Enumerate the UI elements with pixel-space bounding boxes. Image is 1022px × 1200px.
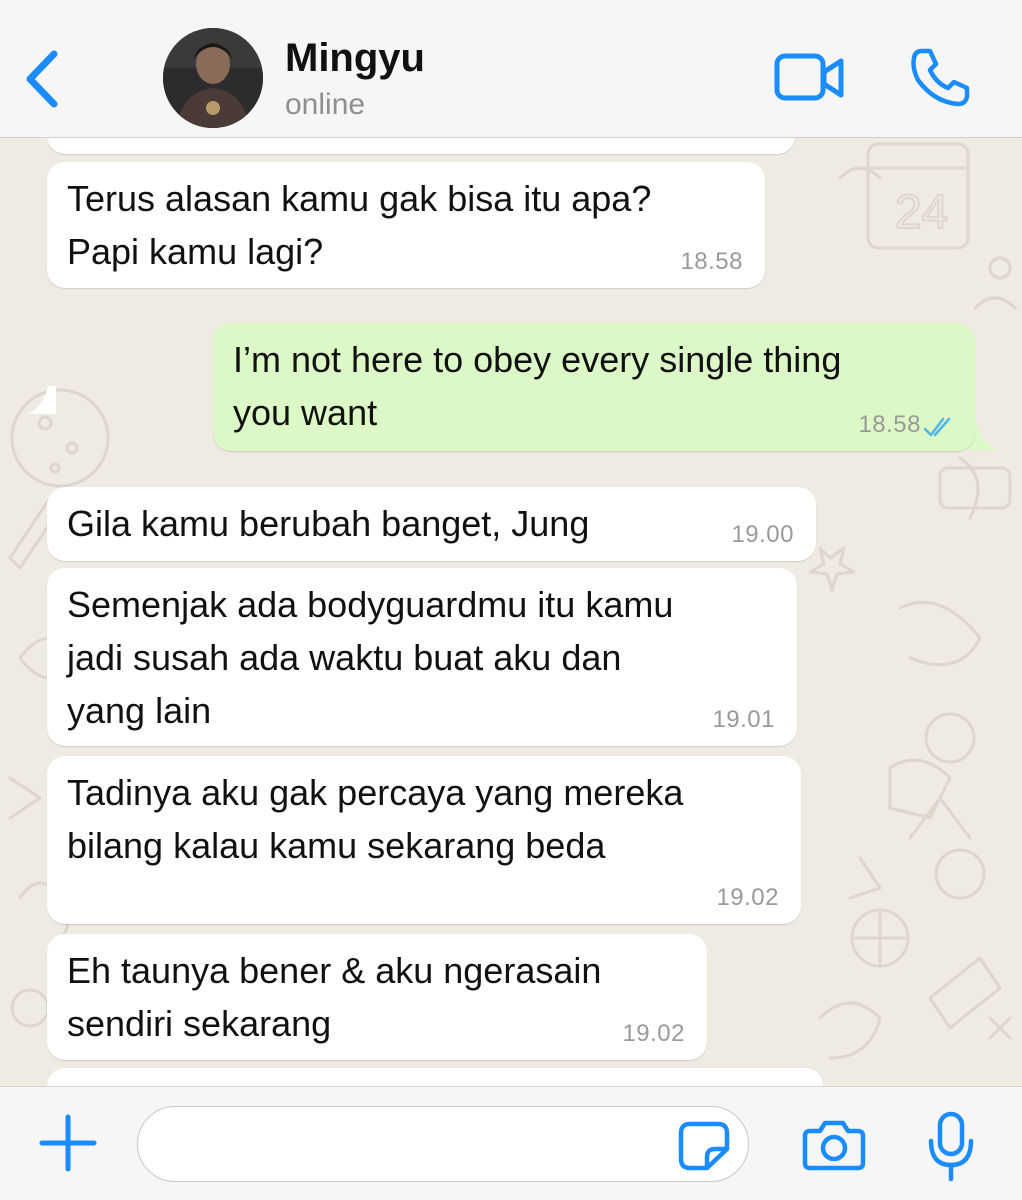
attach-button[interactable] <box>38 1113 98 1173</box>
avatar-photo <box>163 28 263 128</box>
message-text: Terus alasan kamu gak bisa itu apa? Papi… <box>67 178 652 272</box>
plus-icon <box>39 1114 97 1172</box>
message-input[interactable] <box>137 1106 749 1182</box>
double-check-icon <box>923 417 951 437</box>
sticker-button[interactable] <box>678 1121 730 1171</box>
message-bubble-partial <box>47 1068 823 1086</box>
contact-name[interactable]: Mingyu <box>285 36 425 81</box>
camera-button[interactable] <box>802 1119 866 1171</box>
svg-text:24: 24 <box>895 186 948 239</box>
message-time: 18.58 <box>680 248 743 275</box>
message-bubble[interactable]: Tadinya aku gak percaya yang mereka bila… <box>47 756 801 924</box>
video-camera-icon <box>774 53 844 101</box>
voice-call-button[interactable] <box>908 46 972 110</box>
chat-screen: Mingyu online 24 Terus alasan kamu gak b… <box>0 0 1022 1200</box>
voice-message-button[interactable] <box>926 1111 976 1183</box>
composer-bar <box>0 1086 1022 1200</box>
bubble-tail <box>28 386 56 414</box>
message-text: Semenjak ada bodyguardmu itu kamu jadi s… <box>67 584 674 731</box>
message-time: 19.00 <box>731 521 794 548</box>
microphone-icon <box>928 1111 974 1182</box>
avatar[interactable] <box>163 28 263 128</box>
chevron-left-icon <box>26 50 58 108</box>
message-text: Tadinya aku gak percaya yang mereka bila… <box>67 772 684 866</box>
message-list[interactable]: 24 Terus alasan kamu gak bisa itu apa? P… <box>0 138 1022 1086</box>
message-time: 19.02 <box>716 884 779 911</box>
message-bubble-partial <box>47 138 795 154</box>
message-time: 19.01 <box>712 706 775 733</box>
message-time: 19.02 <box>622 1020 685 1047</box>
chat-header: Mingyu online <box>0 0 1022 138</box>
camera-icon <box>802 1120 866 1171</box>
message-bubble[interactable]: Gila kamu berubah banget, Jung 19.00 <box>47 487 816 561</box>
message-bubble[interactable]: Semenjak ada bodyguardmu itu kamu jadi s… <box>47 568 797 746</box>
message-bubble[interactable]: Eh taunya bener & aku ngerasain sendiri … <box>47 934 707 1060</box>
message-bubble[interactable]: Terus alasan kamu gak bisa itu apa? Papi… <box>47 162 765 288</box>
sticker-icon <box>678 1121 730 1171</box>
phone-icon <box>911 48 970 107</box>
contact-status: online <box>285 88 366 121</box>
message-text: Eh taunya bener & aku ngerasain sendiri … <box>67 950 602 1044</box>
message-bubble[interactable]: I’m not here to obey every single thing … <box>213 323 975 451</box>
back-button[interactable] <box>18 44 68 114</box>
message-text: I’m not here to obey every single thing … <box>233 339 842 433</box>
message-text: Gila kamu berubah banget, Jung <box>67 503 590 544</box>
message-time: 18.58 <box>858 411 921 438</box>
video-call-button[interactable] <box>774 50 846 106</box>
